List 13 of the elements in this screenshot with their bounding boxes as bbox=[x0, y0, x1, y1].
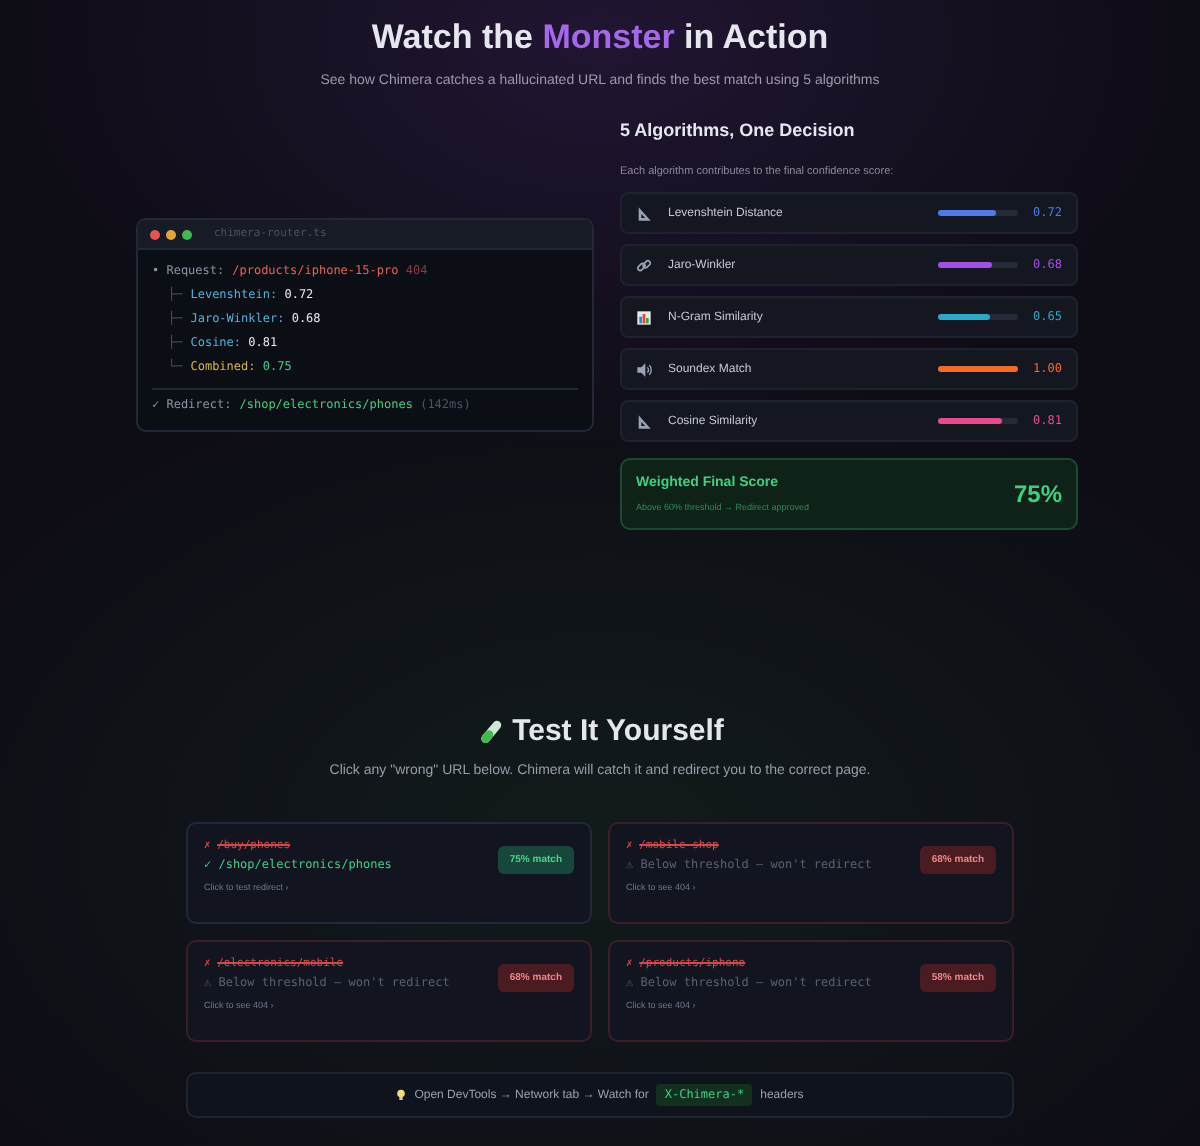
section-title: Test It Yourself bbox=[512, 714, 724, 748]
final-score-value: 75% bbox=[1013, 480, 1062, 508]
section-title: 5 Algorithms, One Decision bbox=[620, 120, 857, 140]
speaker-icon bbox=[636, 361, 652, 377]
ruler-icon bbox=[636, 205, 652, 221]
light-bulb-icon bbox=[396, 1088, 407, 1102]
close-dot-icon bbox=[150, 229, 160, 239]
ruler-icon bbox=[636, 413, 652, 429]
bar-chart-icon bbox=[636, 309, 652, 325]
page-title: Watch the Monster in Action bbox=[369, 18, 831, 58]
minimize-dot-icon bbox=[166, 229, 176, 239]
maximize-dot-icon bbox=[182, 229, 192, 239]
link-icon bbox=[636, 257, 652, 273]
